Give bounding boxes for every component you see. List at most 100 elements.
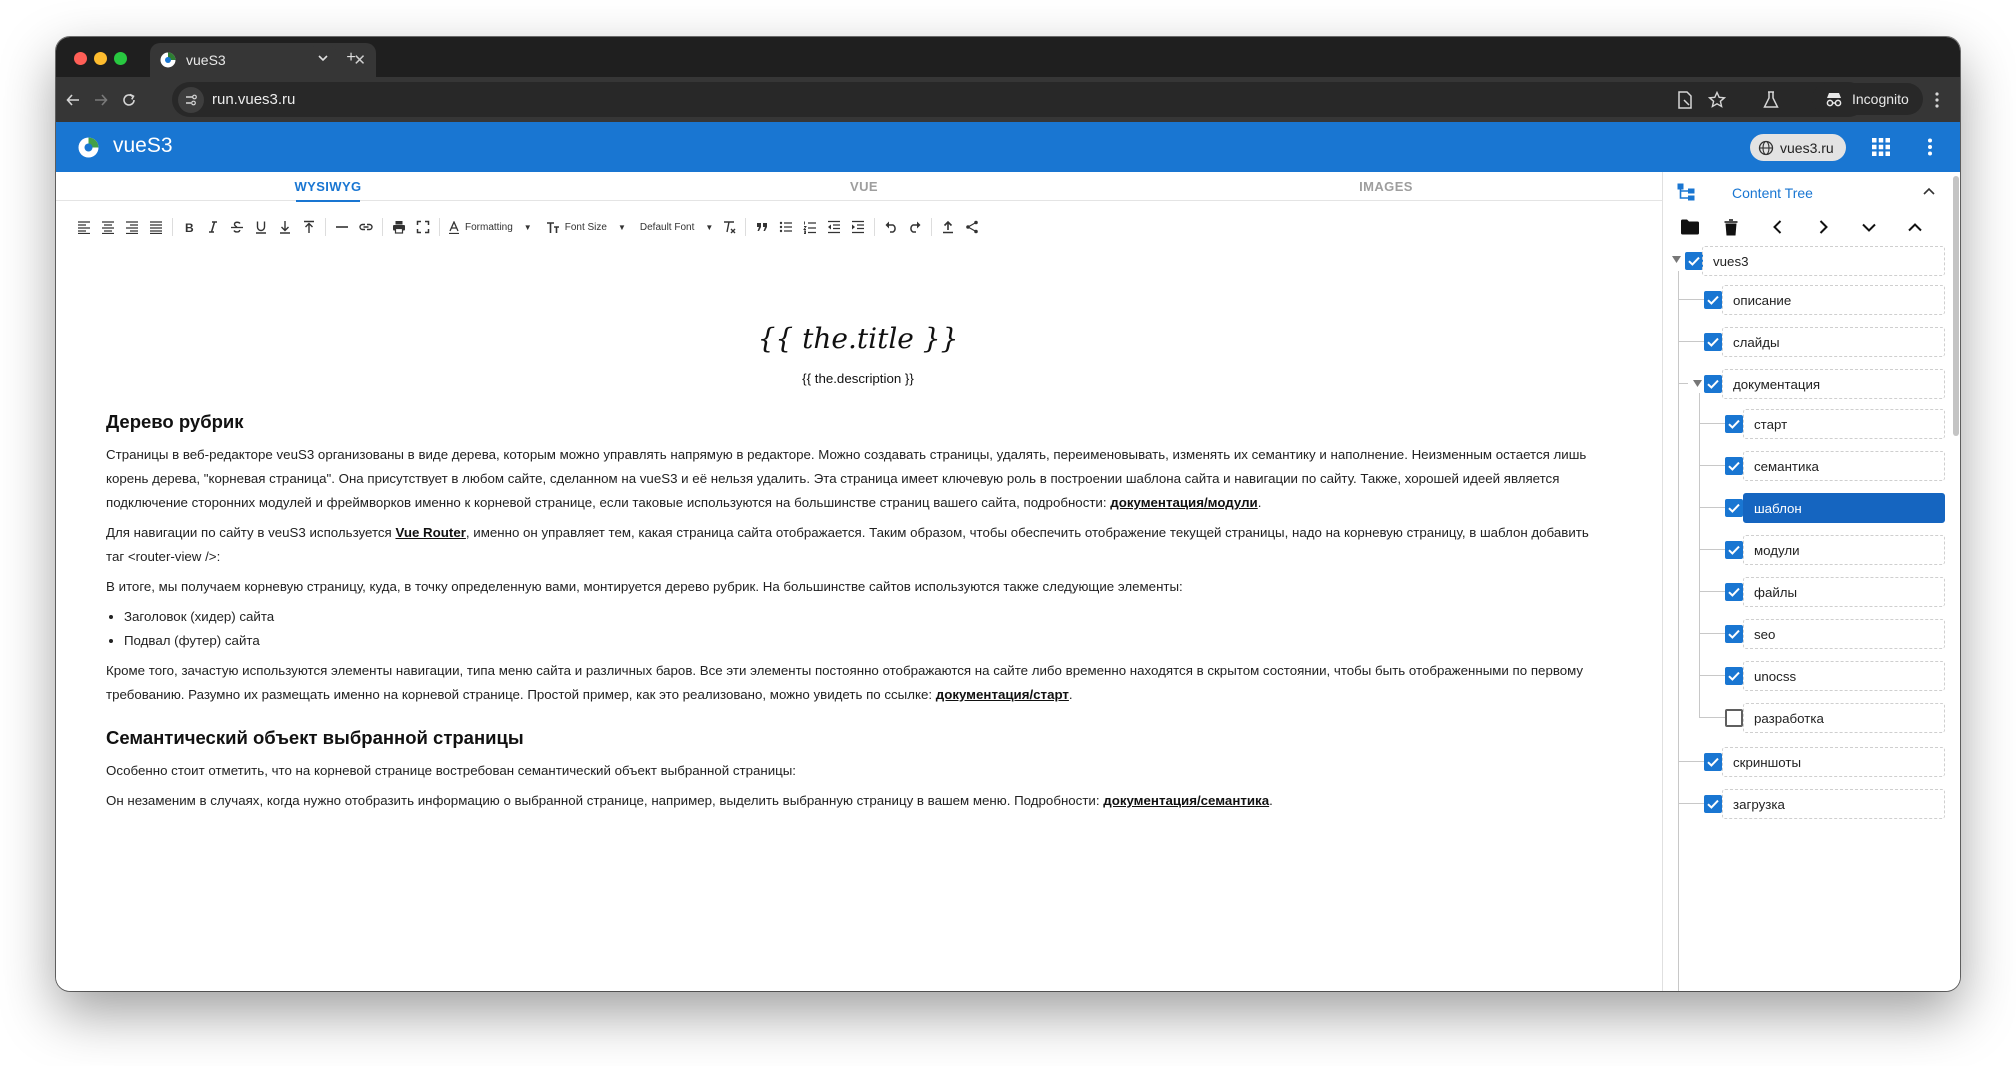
tree-node-label[interactable]: seo: [1743, 619, 1945, 649]
incognito-badge[interactable]: Incognito: [1812, 83, 1923, 115]
align-justify-button[interactable]: [144, 214, 168, 240]
move-down-button[interactable]: [1851, 214, 1887, 240]
tree-node-label[interactable]: скриншоты: [1722, 747, 1945, 777]
tree-node-label[interactable]: описание: [1722, 285, 1945, 315]
align-right-button[interactable]: [120, 214, 144, 240]
content-tree-header[interactable]: Content Tree: [1663, 172, 1960, 212]
upload-button[interactable]: [936, 214, 960, 240]
zoom-window-button[interactable]: [114, 52, 127, 65]
tree-node-checkbox[interactable]: [1704, 375, 1722, 393]
add-page-button[interactable]: [1677, 214, 1703, 240]
link-button[interactable]: [354, 214, 378, 240]
tree-node[interactable]: файлы: [1663, 577, 1960, 607]
tree-node-checkbox[interactable]: [1725, 583, 1743, 601]
tree-node-checkbox[interactable]: [1725, 457, 1743, 475]
tree-node-checkbox[interactable]: [1725, 499, 1743, 517]
tree-node-label[interactable]: файлы: [1743, 577, 1945, 607]
reload-button[interactable]: [116, 87, 142, 113]
apps-grid-button[interactable]: [1870, 136, 1892, 158]
strike-button[interactable]: [225, 214, 249, 240]
tab-images[interactable]: IMAGES: [1356, 172, 1416, 201]
move-up-button[interactable]: [1897, 214, 1933, 240]
tree-node[interactable]: документация: [1663, 369, 1960, 399]
tree-node[interactable]: описание: [1663, 285, 1960, 315]
tree-node-checkbox[interactable]: [1725, 541, 1743, 559]
site-info-icon[interactable]: [178, 86, 204, 113]
bookmark-star-icon[interactable]: [1706, 89, 1728, 111]
tree-node[interactable]: разработка: [1663, 703, 1960, 733]
minimize-window-button[interactable]: [94, 52, 107, 65]
tree-node-label[interactable]: документация: [1722, 369, 1945, 399]
link-start[interactable]: документация/старт: [936, 687, 1069, 702]
tree-node[interactable]: загрузка: [1663, 789, 1960, 819]
move-right-button[interactable]: [1805, 214, 1841, 240]
labs-flask-icon[interactable]: [1760, 89, 1782, 111]
tree-node[interactable]: модули: [1663, 535, 1960, 565]
link-semantics[interactable]: документация/семантика: [1103, 793, 1269, 808]
app-menu-button[interactable]: [1919, 136, 1941, 158]
tree-node-label[interactable]: семантика: [1743, 451, 1945, 481]
tree-node-checkbox[interactable]: [1704, 795, 1722, 813]
tree-node-label[interactable]: модули: [1743, 535, 1945, 565]
tree-node-checkbox[interactable]: [1725, 709, 1743, 727]
fullscreen-button[interactable]: [411, 214, 435, 240]
tree-node[interactable]: старт: [1663, 409, 1960, 439]
outdent-button[interactable]: [822, 214, 846, 240]
tree-node-checkbox[interactable]: [1725, 667, 1743, 685]
tab-search-button[interactable]: [310, 46, 336, 70]
page-doc-icon[interactable]: [1674, 89, 1696, 111]
align-left-button[interactable]: [72, 214, 96, 240]
document-content[interactable]: {{ the.title }} {{ the.description }} Де…: [106, 282, 1610, 819]
tree-node-checkbox[interactable]: [1685, 252, 1703, 270]
tree-node[interactable]: скриншоты: [1663, 747, 1960, 777]
tree-node-label[interactable]: разработка: [1743, 703, 1945, 733]
tree-node-label[interactable]: vues3: [1702, 246, 1945, 276]
back-button[interactable]: [60, 87, 86, 113]
delete-page-button[interactable]: [1713, 214, 1749, 240]
tree-node-checkbox[interactable]: [1725, 625, 1743, 643]
print-button[interactable]: [387, 214, 411, 240]
tree-node[interactable]: слайды: [1663, 327, 1960, 357]
subscript-button[interactable]: [273, 214, 297, 240]
tree-node-checkbox[interactable]: [1725, 415, 1743, 433]
tree-node-label[interactable]: слайды: [1722, 327, 1945, 357]
tree-node-label[interactable]: шаблон: [1743, 493, 1945, 523]
link-modules[interactable]: документация/модули: [1110, 495, 1257, 510]
new-tab-button[interactable]: +: [338, 46, 364, 70]
chevron-up-icon[interactable]: [1923, 187, 1935, 195]
tree-node-label[interactable]: старт: [1743, 409, 1945, 439]
hr-button[interactable]: [330, 214, 354, 240]
redo-button[interactable]: [903, 214, 927, 240]
indent-button[interactable]: [846, 214, 870, 240]
address-bar[interactable]: run.vues3.ru: [172, 82, 1866, 117]
move-left-button[interactable]: [1759, 214, 1795, 240]
tree-node-label[interactable]: загрузка: [1722, 789, 1945, 819]
numbered-list-button[interactable]: [798, 214, 822, 240]
tree-node[interactable]: шаблон: [1663, 493, 1960, 523]
tree-scrollbar[interactable]: [1953, 176, 1959, 436]
align-center-button[interactable]: [96, 214, 120, 240]
bullet-list-button[interactable]: [774, 214, 798, 240]
browser-menu-icon[interactable]: [1926, 89, 1948, 111]
link-vue-router[interactable]: Vue Router: [395, 525, 465, 540]
formatting-dropdown[interactable]: Formatting ▼: [444, 214, 536, 240]
close-window-button[interactable]: [74, 52, 87, 65]
tree-node[interactable]: семантика: [1663, 451, 1960, 481]
tab-vue[interactable]: VUE: [834, 172, 894, 201]
font-family-dropdown[interactable]: Default Font ▼: [636, 214, 717, 240]
superscript-button[interactable]: [297, 214, 321, 240]
tree-node[interactable]: seo: [1663, 619, 1960, 649]
tree-node-label[interactable]: unocss: [1743, 661, 1945, 691]
clear-format-button[interactable]: [717, 214, 741, 240]
underline-button[interactable]: [249, 214, 273, 240]
tree-node-checkbox[interactable]: [1704, 333, 1722, 351]
bold-button[interactable]: B: [177, 214, 201, 240]
quote-button[interactable]: [750, 214, 774, 240]
undo-button[interactable]: [879, 214, 903, 240]
tree-node-checkbox[interactable]: [1704, 291, 1722, 309]
tree-node[interactable]: unocss: [1663, 661, 1960, 691]
font-size-dropdown[interactable]: Font Size ▼: [542, 214, 630, 240]
tab-wysiwyg[interactable]: WYSIWYG: [294, 172, 361, 202]
share-button[interactable]: [960, 214, 984, 240]
italic-button[interactable]: [201, 214, 225, 240]
